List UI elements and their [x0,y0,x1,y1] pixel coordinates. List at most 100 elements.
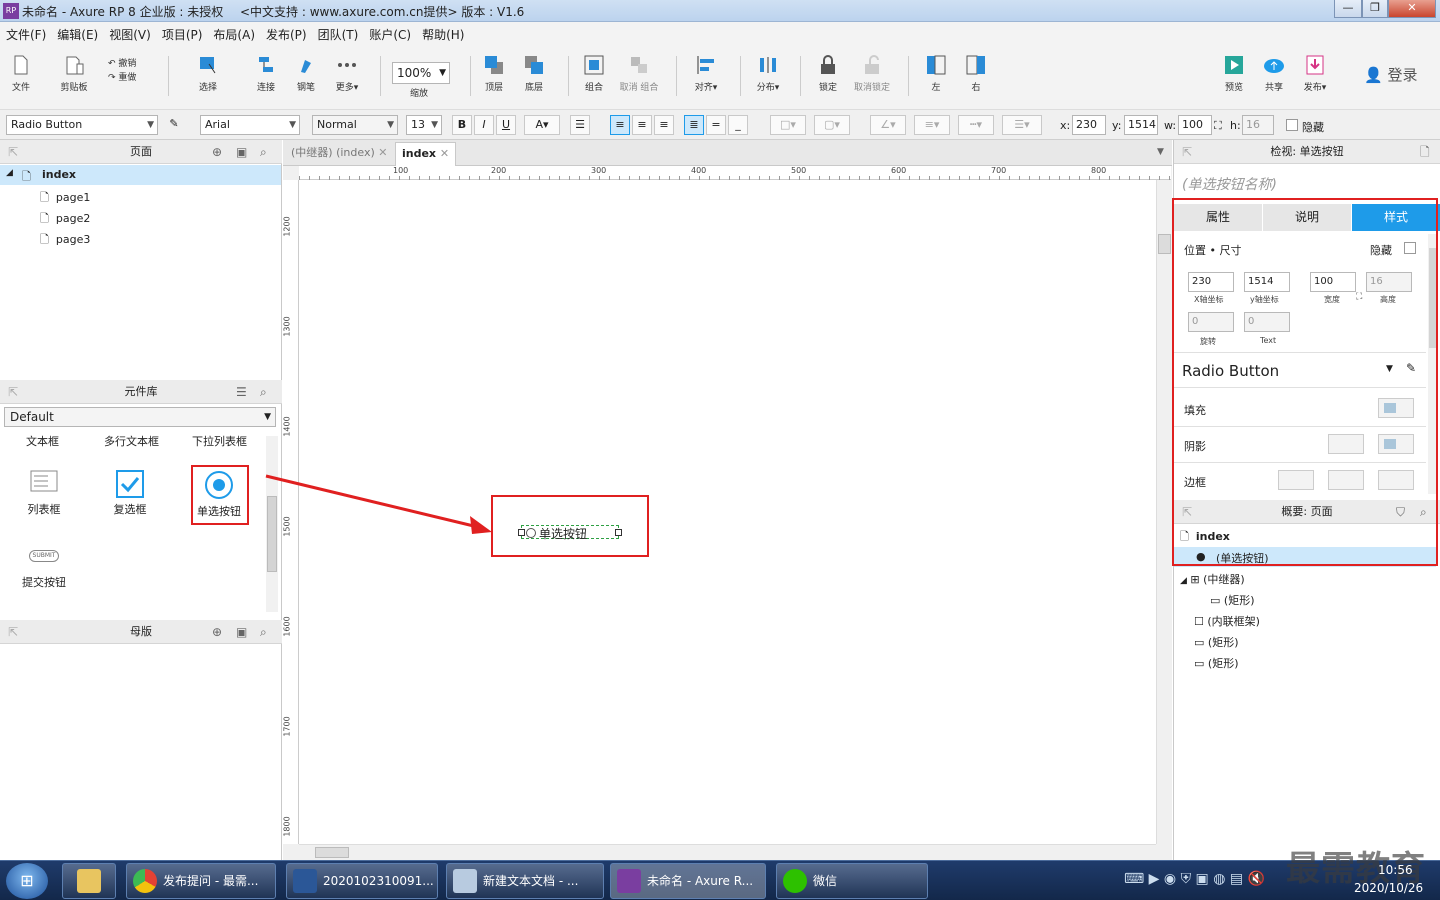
style-manager-icon[interactable]: ✎ [164,115,184,135]
video-icon[interactable]: ▶ [1149,871,1160,887]
bold-button[interactable]: B [452,115,472,135]
canvas-horizontal-scrollbar[interactable] [299,844,1156,860]
taskbar-chrome[interactable]: 发布提问 - 最需... [126,863,276,899]
menu-edit[interactable]: 编辑(E) [51,22,103,43]
minimize-button[interactable]: — [1334,0,1362,18]
outline-item-rect[interactable]: ▭ (矩形) [1210,592,1255,608]
ime-icon[interactable]: ⌨ [1124,871,1144,887]
fill-color-button[interactable]: □▾ [770,115,806,135]
connect-button[interactable]: 连接 [252,54,280,93]
clock-date[interactable]: 2020/10/26 [1354,881,1423,895]
h-input[interactable]: 16 [1242,115,1274,135]
widget-style-select[interactable]: Radio Button ▼ [6,115,158,135]
bullet-list-button[interactable]: ☰ [570,115,590,135]
arrow-style-button[interactable]: ☰▾ [1002,115,1042,135]
scrollbar-thumb[interactable] [315,847,349,858]
unlock-button[interactable]: 取消锁定 [852,54,892,93]
wechat-tray-icon[interactable]: ◉ [1164,871,1176,887]
add-page-icon[interactable]: ⊕ [212,140,222,164]
search-icon[interactable]: ⌕ [260,140,267,164]
shadow-button[interactable]: ▢▾ [814,115,850,135]
shield-icon[interactable]: ⛨ [1181,871,1192,887]
collapse-icon[interactable]: ⇱ [8,140,18,164]
publish-button[interactable]: 发布▾ [1298,54,1332,93]
clipboard-button[interactable]: 剪贴板 [56,54,92,93]
send-to-bottom-button[interactable]: 底层 [520,54,548,93]
lock-button[interactable]: 锁定 [814,54,842,93]
expand-icon[interactable]: ◢ [6,168,13,178]
font-weight-select[interactable]: Normal ▼ [312,115,398,135]
zoom-select[interactable]: 100% ▼ [392,62,450,84]
page-item-page2[interactable]: 🗋 page2 [40,210,90,229]
share-button[interactable]: 共享 [1260,54,1288,93]
nvidia-icon[interactable]: ▣ [1196,871,1209,887]
menu-view[interactable]: 视图(V) [103,22,156,43]
add-folder-icon[interactable]: ▣ [236,140,247,164]
taskbar-explorer[interactable] [62,863,116,899]
font-family-select[interactable]: Arial ▼ [200,115,300,135]
qq-icon[interactable]: ◍ [1213,871,1225,887]
menu-account[interactable]: 账户(C) [363,22,416,43]
ungroup-button[interactable]: 取消 组合 [616,54,662,93]
undo-button[interactable]: ↶ 撤销 [108,56,136,69]
more-button[interactable]: 更多▾ [330,54,364,93]
taskbar-word[interactable]: 2020102310091... [286,863,438,899]
widget-checkbox[interactable]: 复选框 [100,470,160,520]
collapse-icon[interactable]: ⇱ [1182,140,1192,164]
outline-item-rect[interactable]: ▭ (矩形) [1194,634,1239,650]
taskbar-notepad[interactable]: 新建文本文档 - ... [446,863,604,899]
tab-repeater-index[interactable]: (中继器) (index) ✕ [285,142,393,166]
canvas-vertical-scrollbar[interactable] [1156,180,1172,844]
outline-item-repeater[interactable]: ◢ ⊞ (中继器) [1180,571,1245,587]
italic-button[interactable]: I [474,115,494,135]
maximize-button[interactable]: ❐ [1362,0,1388,18]
menu-publish[interactable]: 发布(P) [260,22,312,43]
notes-icon[interactable]: 🗋 [1420,140,1430,164]
bring-to-top-button[interactable]: 顶层 [480,54,508,93]
menu-help[interactable]: 帮助(H) [416,22,469,43]
align-right-button[interactable]: ≡ [654,115,674,135]
w-input[interactable]: 100 [1178,115,1212,135]
group-button[interactable]: 组合 [580,54,608,93]
underline-button[interactable]: U [496,115,516,135]
widget-submit-button[interactable]: SUBMIT 提交按钮 [14,550,74,600]
tray-icons[interactable]: ⌨ ▶ ◉ ⛨ ▣ ◍ ▤ 🔇 [1124,871,1265,887]
line-color-button[interactable]: ∠▾ [870,115,906,135]
x-input[interactable]: 230 [1072,115,1106,135]
menu-icon[interactable]: ☰ [236,380,247,404]
widget-name-input[interactable]: (单选按钮名称) [1182,174,1277,194]
menu-file[interactable]: 文件(F) [0,22,51,43]
collapse-icon[interactable]: ⇱ [8,380,18,404]
redo-button[interactable]: ↷ 重做 [108,70,136,83]
add-master-icon[interactable]: ⊕ [212,620,222,644]
tabs-dropdown-icon[interactable]: ▼ [1157,147,1164,157]
add-folder-icon[interactable]: ▣ [236,620,247,644]
preview-button[interactable]: 预览 [1220,54,1248,93]
line-style-button[interactable]: ┅▾ [958,115,994,135]
valign-top-button[interactable]: ≣ [684,115,704,135]
lock-ratio-icon[interactable]: ⛶ [1214,119,1222,133]
search-icon[interactable]: ⌕ [260,620,267,644]
line-width-button[interactable]: ≡▾ [914,115,950,135]
start-button[interactable]: ⊞ [6,863,48,899]
select-button[interactable]: 选择 [178,54,238,93]
font-size-select[interactable]: 13 ▼ [406,115,442,135]
tab-index[interactable]: index ✕ [395,142,457,166]
hidden-checkbox[interactable] [1286,119,1298,131]
distribute-button[interactable]: 分布▾ [750,54,786,93]
pen-button[interactable]: 钢笔 [292,54,320,93]
y-input[interactable]: 1514 [1124,115,1158,135]
outline-item-rect[interactable]: ▭ (矩形) [1194,655,1239,671]
align-center-button[interactable]: ≡ [632,115,652,135]
outline-item-iframe[interactable]: ☐ (内联框架) [1194,613,1260,629]
network-icon[interactable]: ▤ [1230,871,1243,887]
library-select[interactable]: Default ▼ [4,407,276,427]
page-item-page1[interactable]: 🗋 page1 [40,189,90,208]
volume-icon[interactable]: 🔇 [1248,871,1265,887]
menu-project[interactable]: 项目(P) [156,22,208,43]
close-icon[interactable]: ✕ [440,147,449,160]
close-icon[interactable]: ✕ [378,146,387,159]
align-left-button[interactable]: ≡ [610,115,630,135]
login-button[interactable]: 👤 登录 [1364,64,1417,85]
font-color-button[interactable]: A▾ [524,115,560,135]
